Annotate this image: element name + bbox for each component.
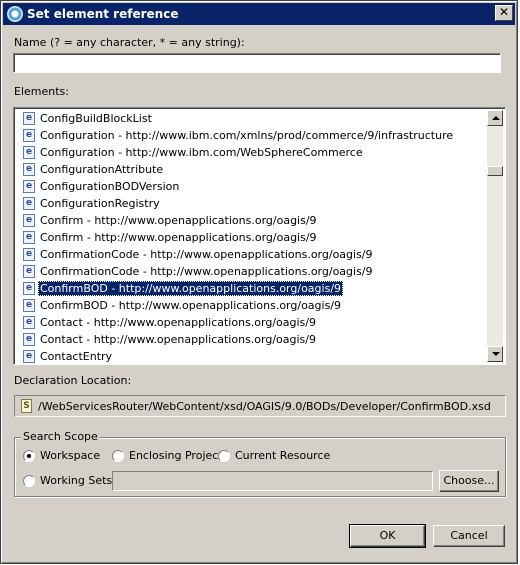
list-item[interactable]: e ConfigurationBODVersion <box>16 178 487 195</box>
search-scope-title: Search Scope <box>21 430 100 443</box>
list-item-label: ConfigurationAttribute <box>40 163 164 176</box>
element-icon: e <box>23 214 35 227</box>
close-icon: ✕ <box>498 5 510 19</box>
element-icon: e <box>23 265 35 278</box>
element-icon: e <box>23 350 35 363</box>
declaration-path: /WebServicesRouter/WebContent/xsd/OAGIS/… <box>38 399 491 413</box>
element-icon: e <box>23 248 35 261</box>
list-item[interactable]: e Confirm - http://www.openapplications.o… <box>16 212 487 229</box>
name-label: Name (? = any character, * = any string)… <box>14 36 245 49</box>
radio-workspace-label: Workspace <box>40 449 101 462</box>
elements-list-items: e ConfigBuildBlockList e Configuration - ht… <box>16 110 487 364</box>
radio-workspace[interactable]: Workspace <box>23 449 100 462</box>
list-item-label: Confirm - http://www.openapplications.or… <box>40 214 317 227</box>
list-item-label: ConfigurationBODVersion <box>40 180 180 193</box>
list-item[interactable]: e ConfirmationCode - http://www.openappli… <box>16 263 487 280</box>
element-icon: e <box>23 197 35 210</box>
list-item[interactable]: e ConfigurationRegistry <box>16 195 487 212</box>
element-icon: e <box>23 299 35 312</box>
element-icon: e <box>23 146 35 159</box>
working-sets-field <box>112 471 433 491</box>
set-element-reference-dialog: Set element reference ✕ Name (? = any ch… <box>0 0 518 564</box>
title-bar: Set element reference ✕ <box>3 3 515 25</box>
list-item[interactable]: e Contact - http://www.openapplications.o… <box>16 314 487 331</box>
element-icon: e <box>23 129 35 142</box>
element-icon: e <box>23 112 35 125</box>
radio-enclosing-project-indicator[interactable] <box>112 449 124 462</box>
element-icon: e <box>23 231 35 244</box>
search-scope-group: Search Scope Workspace Enclosing Project… <box>14 430 506 497</box>
name-input[interactable] <box>14 54 500 72</box>
list-item-label: ContactEntry <box>40 350 113 363</box>
element-icon: e <box>23 163 35 176</box>
list-item-label: ConfirmationCode - http://www.openapplic… <box>40 248 373 261</box>
list-item[interactable]: e ConfirmBOD - http://www.openapplication… <box>16 297 487 314</box>
list-item-label: Configuration - http://www.ibm.com/WebSp… <box>40 146 363 159</box>
radio-enclosing-project[interactable]: Enclosing Project <box>112 449 223 462</box>
name-field[interactable] <box>13 53 501 73</box>
list-item[interactable]: e Confirm - http://www.openapplications.o… <box>16 229 487 246</box>
list-item-label: Contact - http://www.openapplications.or… <box>40 333 316 346</box>
app-icon <box>7 6 23 22</box>
declaration-location-field: S /WebServicesRouter/WebContent/xsd/OAGI… <box>14 395 506 417</box>
list-item[interactable]: e ConfirmationCode - http://www.openappli… <box>16 246 487 263</box>
window-title: Set element reference <box>27 7 179 21</box>
elements-label: Elements: <box>14 85 69 98</box>
scroll-down-button[interactable] <box>487 346 503 362</box>
list-item-label: ConfirmBOD - http://www.openapplications… <box>40 299 342 312</box>
list-item-label: ConfirmationCode - http://www.openapplic… <box>40 265 373 278</box>
list-item[interactable]: e Configuration - http://www.ibm.com/xmln… <box>16 127 487 144</box>
list-item[interactable]: e ConfirmBOD - http://www.openapplication… <box>16 280 487 297</box>
radio-workspace-indicator[interactable] <box>23 449 35 462</box>
scroll-thumb[interactable] <box>487 166 503 176</box>
schema-file-icon: S <box>21 399 32 413</box>
list-item[interactable]: e ContactEntry <box>16 348 487 364</box>
vertical-scrollbar[interactable] <box>487 110 503 362</box>
list-item[interactable]: e ConfigBuildBlockList <box>16 110 487 127</box>
list-item-label: Configuration - http://www.ibm.com/xmlns… <box>40 129 454 142</box>
list-item[interactable]: e Configuration - http://www.ibm.com/WebS… <box>16 144 487 161</box>
close-button[interactable]: ✕ <box>495 5 513 21</box>
radio-current-resource-indicator[interactable] <box>218 449 230 462</box>
element-icon: e <box>23 316 35 329</box>
element-icon: e <box>23 282 35 295</box>
list-item-label: Contact - http://www.openapplications.or… <box>40 316 316 329</box>
radio-current-resource-label: Current Resource <box>235 449 331 462</box>
list-item-label: ConfigBuildBlockList <box>40 112 152 125</box>
radio-working-sets[interactable]: Working Sets <box>23 474 112 487</box>
radio-working-sets-label: Working Sets <box>40 474 113 487</box>
scroll-up-button[interactable] <box>487 110 503 126</box>
ok-button[interactable]: OK <box>349 524 426 548</box>
list-item-label: Confirm - http://www.openapplications.or… <box>40 231 317 244</box>
list-item-label: ConfirmBOD - http://www.openapplications… <box>38 281 344 296</box>
arrow-up-icon <box>492 116 500 120</box>
list-item[interactable]: e ConfigurationAttribute <box>16 161 487 178</box>
arrow-down-icon <box>492 352 500 356</box>
element-icon: e <box>23 180 35 193</box>
radio-current-resource[interactable]: Current Resource <box>218 449 330 462</box>
radio-working-sets-indicator[interactable] <box>23 474 35 487</box>
radio-enclosing-project-label: Enclosing Project <box>129 449 223 462</box>
elements-list[interactable]: e ConfigBuildBlockList e Configuration - ht… <box>13 107 506 365</box>
list-item-label: ConfigurationRegistry <box>40 197 160 210</box>
choose-button[interactable]: Choose... <box>439 470 499 492</box>
declaration-location-label: Declaration Location: <box>14 374 132 387</box>
element-icon: e <box>23 333 35 346</box>
cancel-button[interactable]: Cancel <box>433 525 505 547</box>
list-item[interactable]: e Contact - http://www.openapplications.o… <box>16 331 487 348</box>
